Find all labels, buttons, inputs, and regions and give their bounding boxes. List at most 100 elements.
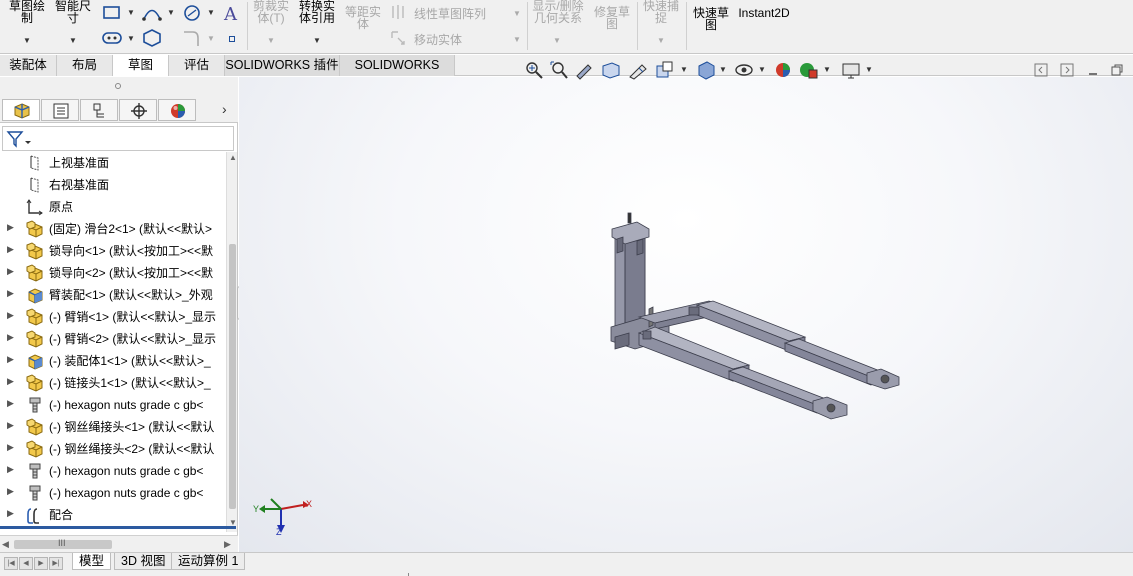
tab-model[interactable]: 模型: [72, 553, 112, 570]
tree-vertical-scrollbar[interactable]: ▲ ▼: [226, 152, 237, 532]
hide-show-items-icon[interactable]: [734, 60, 754, 80]
tree-item[interactable]: ▶ (-) 链接头1<1> (默认<<默认>_: [0, 372, 226, 394]
tree-item[interactable]: ▶ 锁导向<1> (默认<按加工><<默: [0, 240, 226, 262]
tab-layout[interactable]: 布局: [57, 55, 113, 76]
quick-snaps-caret[interactable]: ▼: [657, 36, 665, 45]
expand-arrow-icon[interactable]: ▶: [7, 332, 14, 343]
expand-arrow-icon[interactable]: ▶: [7, 464, 14, 475]
smart-dimension-dropdown-caret[interactable]: ▼: [69, 36, 77, 45]
filter-icon[interactable]: [6, 130, 32, 148]
tab-feature-manager[interactable]: [2, 99, 40, 121]
expand-arrow-icon[interactable]: ▶: [7, 244, 14, 255]
sketch-dropdown-caret[interactable]: ▼: [23, 36, 31, 45]
tree-filter-box[interactable]: [2, 126, 234, 151]
tree-horizontal-scrollbar[interactable]: ◀ III ▶: [0, 535, 238, 552]
text-icon[interactable]: A: [222, 2, 242, 24]
tab-property-manager[interactable]: [41, 99, 79, 121]
tree-item[interactable]: ▶ (-) 装配体1<1> (默认<<默认>_: [0, 350, 226, 372]
panel-grip[interactable]: [0, 77, 238, 97]
trim-entities-button[interactable]: 剪裁实 体(T): [250, 0, 292, 24]
last-tab-arrow[interactable]: ▶|: [49, 557, 63, 570]
tree-item[interactable]: ▶ 锁导向<2> (默认<按加工><<默: [0, 262, 226, 284]
linear-pattern-button[interactable]: 线性草图阵列: [414, 5, 486, 22]
edit-appearance-icon[interactable]: [773, 60, 793, 80]
tab-configuration-manager[interactable]: [80, 99, 118, 121]
expand-arrow-icon[interactable]: ▶: [7, 486, 14, 497]
expand-arrow-icon[interactable]: ▶: [7, 442, 14, 453]
spline-dropdown-caret[interactable]: ▼: [207, 8, 215, 17]
minimize-icon[interactable]: [1085, 62, 1101, 78]
expand-arrow-icon[interactable]: ▶: [7, 354, 14, 365]
chevron-right-icon[interactable]: ›: [222, 101, 227, 117]
display-style-caret[interactable]: ▼: [719, 65, 727, 74]
sketch-button[interactable]: 草图绘 制: [6, 0, 48, 24]
prev-tab-arrow[interactable]: ◀: [19, 557, 33, 570]
expand-arrow-icon[interactable]: ▶: [7, 508, 14, 519]
panel-left-icon[interactable]: [1033, 62, 1049, 78]
restore-icon[interactable]: [1109, 62, 1125, 78]
repair-sketch-button[interactable]: 修复草 图: [591, 6, 633, 30]
convert-dropdown-caret[interactable]: ▼: [313, 36, 321, 45]
first-tab-arrow[interactable]: |◀: [4, 557, 18, 570]
point-icon[interactable]: [229, 36, 235, 42]
scroll-right-arrow[interactable]: ▶: [224, 539, 231, 550]
tree-item[interactable]: ▶ 臂装配<1> (默认<<默认>_外观: [0, 284, 226, 306]
slot-dropdown-caret[interactable]: ▼: [127, 34, 135, 43]
zoom-to-fit-icon[interactable]: [524, 60, 544, 80]
tab-motion-study-1[interactable]: 运动算例 1: [171, 553, 246, 570]
hide-show-caret[interactable]: ▼: [758, 65, 766, 74]
expand-arrow-icon[interactable]: ▶: [7, 376, 14, 387]
tab-evaluate[interactable]: 评估: [169, 55, 225, 76]
instant2d-button[interactable]: Instant2D: [736, 7, 792, 19]
tree-item[interactable]: 原点: [0, 196, 226, 218]
quick-snaps-button[interactable]: 快速捕 捉: [640, 0, 682, 24]
tab-solidworks-mbd[interactable]: SOLIDWORKS MBD: [340, 55, 455, 92]
expand-arrow-icon[interactable]: ▶: [7, 266, 14, 277]
linear-pattern-caret[interactable]: ▼: [513, 9, 521, 18]
panel-right-icon[interactable]: [1059, 62, 1075, 78]
rectangle-dropdown-caret[interactable]: ▼: [127, 8, 135, 17]
tree-item[interactable]: 右视基准面: [0, 174, 226, 196]
tree-item[interactable]: ▶ (-) 臂销<1> (默认<<默认>_显示: [0, 306, 226, 328]
graphics-area[interactable]: X Y Z: [239, 77, 1133, 552]
tree-item[interactable]: ▶ (-) 钢丝绳接头<2> (默认<<默认: [0, 438, 226, 460]
apply-scene-icon[interactable]: [797, 60, 819, 80]
mirror-icon[interactable]: [389, 3, 407, 21]
smart-dimension-button[interactable]: 智能尺 寸: [52, 0, 94, 24]
assembly-model[interactable]: [609, 209, 909, 442]
move-entities-icon[interactable]: [389, 28, 407, 46]
tree-item[interactable]: ▶ (-) hexagon nuts grade c gb<: [0, 482, 226, 504]
expand-arrow-icon[interactable]: ▶: [7, 420, 14, 431]
fillet-icon[interactable]: [181, 28, 203, 48]
convert-entities-button[interactable]: 转换实 体引用: [296, 0, 338, 24]
tree-item[interactable]: ▶ (-) hexagon nuts grade c gb<: [0, 394, 226, 416]
tab-display-manager[interactable]: [158, 99, 196, 121]
slot-icon[interactable]: [101, 30, 123, 46]
tab-assembly[interactable]: 装配体: [0, 55, 57, 76]
tab-3d-views[interactable]: 3D 视图: [114, 553, 173, 570]
tree-item[interactable]: ▶ (固定) 滑台2<1> (默认<<默认>: [0, 218, 226, 240]
zoom-to-area-icon[interactable]: [549, 60, 569, 80]
expand-arrow-icon[interactable]: ▶: [7, 398, 14, 409]
polygon-icon[interactable]: [141, 28, 163, 48]
relations-dropdown-caret[interactable]: ▼: [553, 36, 561, 45]
dynamic-annotation-icon[interactable]: [627, 60, 649, 80]
apply-scene-caret[interactable]: ▼: [823, 65, 831, 74]
next-tab-arrow[interactable]: ▶: [34, 557, 48, 570]
tab-solidworks-addins[interactable]: SOLIDWORKS 插件: [225, 55, 340, 76]
arc-dropdown-caret[interactable]: ▼: [167, 8, 175, 17]
rapid-sketch-button[interactable]: 快速草 图: [690, 7, 732, 31]
previous-view-icon[interactable]: [574, 60, 594, 80]
view-orientation-icon[interactable]: [654, 60, 676, 80]
display-delete-relations-button[interactable]: 显示/删除 几何关系: [530, 0, 586, 24]
trim-dropdown-caret[interactable]: ▼: [267, 36, 275, 45]
expand-arrow-icon[interactable]: ▶: [7, 222, 14, 233]
spline-icon[interactable]: [181, 3, 203, 23]
tree-item[interactable]: ▶ (-) 臂销<2> (默认<<默认>_显示: [0, 328, 226, 350]
view-settings-icon[interactable]: [840, 60, 862, 80]
view-settings-caret[interactable]: ▼: [865, 65, 873, 74]
section-view-icon[interactable]: [600, 60, 622, 80]
expand-arrow-icon[interactable]: ▶: [7, 288, 14, 299]
tree-item[interactable]: 上视基准面: [0, 152, 226, 174]
arc-icon[interactable]: [141, 4, 163, 22]
